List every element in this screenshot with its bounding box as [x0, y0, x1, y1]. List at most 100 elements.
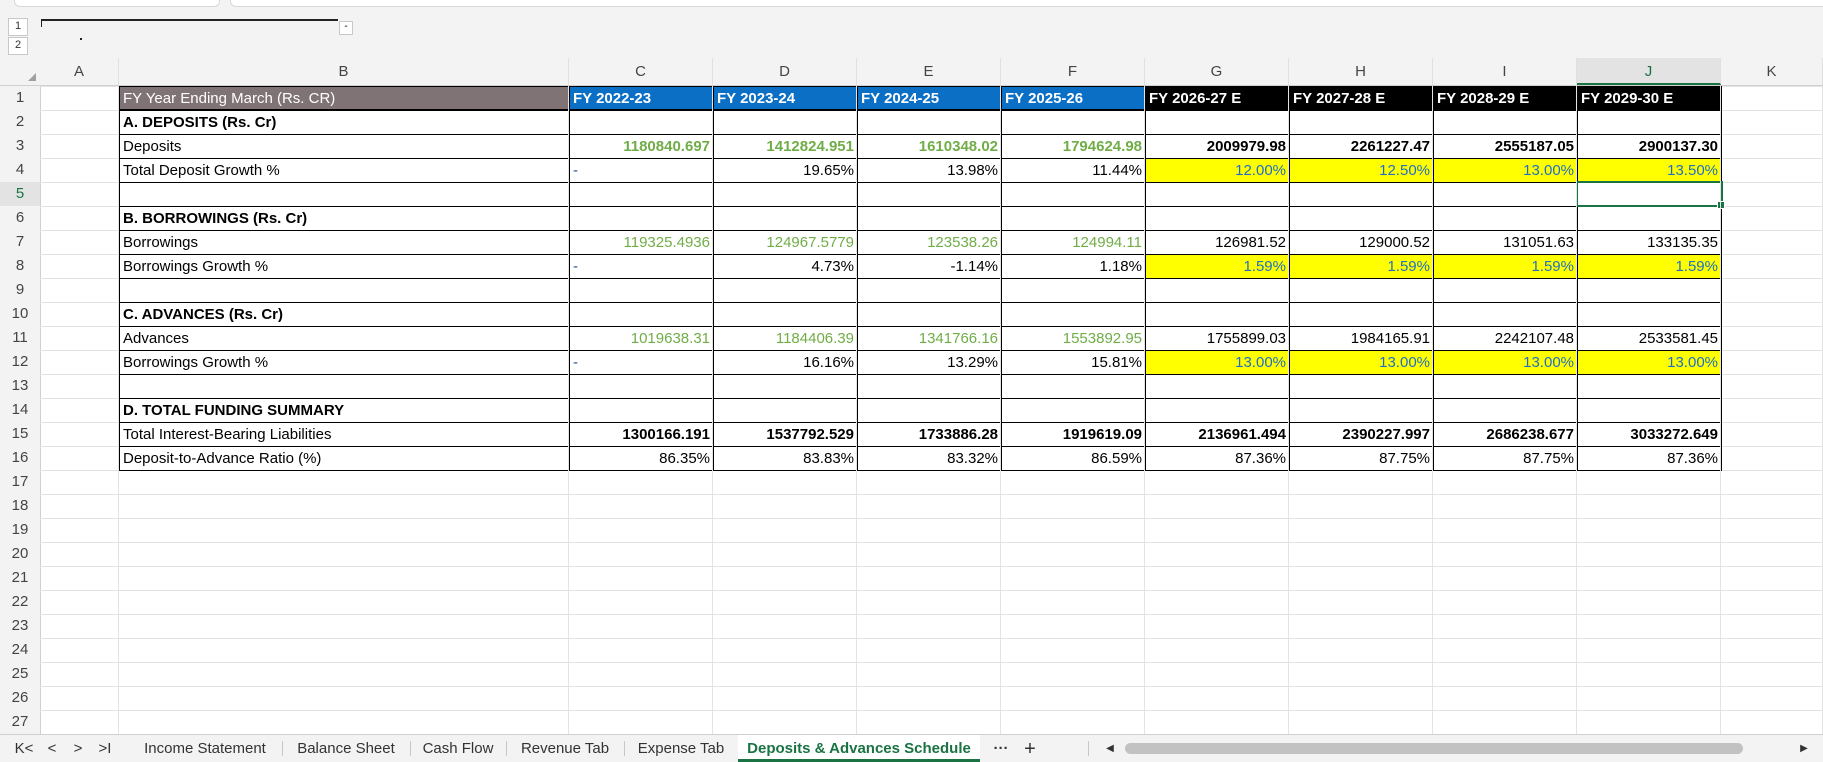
- value-cell[interactable]: 2136961.494: [1145, 422, 1290, 447]
- empty-cell[interactable]: [857, 302, 1002, 327]
- column-header-g[interactable]: G: [1145, 58, 1289, 85]
- row-label[interactable]: Deposit-to-Advance Ratio (%): [119, 446, 570, 471]
- value-cell[interactable]: 19.65%: [713, 158, 858, 183]
- tab-deposits-advances-schedule[interactable]: Deposits & Advances Schedule: [738, 735, 980, 762]
- value-cell[interactable]: 13.98%: [857, 158, 1002, 183]
- value-cell[interactable]: 1019638.31: [569, 326, 714, 351]
- value-cell[interactable]: 1.18%: [1001, 254, 1146, 279]
- value-cell[interactable]: 1794624.98: [1001, 134, 1146, 159]
- row-label[interactable]: Borrowings Growth %: [119, 254, 570, 279]
- empty-cell[interactable]: [857, 374, 1002, 399]
- add-sheet-button[interactable]: +: [1018, 739, 1042, 759]
- empty-cell[interactable]: [857, 278, 1002, 303]
- value-cell[interactable]: -: [569, 158, 714, 183]
- value-cell[interactable]: 2900137.30: [1577, 134, 1722, 159]
- value-cell[interactable]: 1984165.91: [1289, 326, 1434, 351]
- value-cell[interactable]: 12.50%: [1289, 158, 1434, 183]
- empty-cell[interactable]: [569, 110, 714, 135]
- empty-cell[interactable]: [1001, 302, 1146, 327]
- row-header-14[interactable]: 14: [0, 398, 40, 422]
- year-header-h[interactable]: FY 2027-28 E: [1289, 86, 1434, 110]
- value-cell[interactable]: 87.75%: [1433, 446, 1578, 471]
- more-sheets-button[interactable]: ···: [988, 739, 1014, 759]
- empty-cell[interactable]: [1001, 206, 1146, 231]
- empty-cell[interactable]: [1001, 374, 1146, 399]
- year-header-j[interactable]: FY 2029-30 E: [1577, 86, 1722, 110]
- row-header-18[interactable]: 18: [0, 494, 40, 518]
- value-cell[interactable]: 13.00%: [1289, 350, 1434, 375]
- column-header-i[interactable]: I: [1433, 58, 1577, 85]
- column-header-e[interactable]: E: [857, 58, 1001, 85]
- row-label[interactable]: Borrowings Growth %: [119, 350, 570, 375]
- value-cell[interactable]: 13.00%: [1433, 350, 1578, 375]
- empty-cell[interactable]: [713, 206, 858, 231]
- empty-cell[interactable]: [569, 206, 714, 231]
- row-header-25[interactable]: 25: [0, 662, 40, 686]
- outline-level-1-button[interactable]: 1: [8, 18, 28, 36]
- value-cell[interactable]: 1.59%: [1577, 254, 1722, 279]
- value-cell[interactable]: 87.75%: [1289, 446, 1434, 471]
- value-cell[interactable]: 119325.4936: [569, 230, 714, 255]
- row-header-11[interactable]: 11: [0, 326, 40, 350]
- value-cell[interactable]: 2009979.98: [1145, 134, 1290, 159]
- year-header-d[interactable]: FY 2023-24: [713, 86, 858, 110]
- fill-handle[interactable]: [1717, 201, 1725, 209]
- empty-cell[interactable]: [1289, 110, 1434, 135]
- value-cell[interactable]: 1553892.95: [1001, 326, 1146, 351]
- worksheet-grid[interactable]: FY Year Ending March (Rs. CR) FY 2022-23…: [40, 86, 1823, 734]
- row-header-27[interactable]: 27: [0, 710, 40, 734]
- value-cell[interactable]: 3033272.649: [1577, 422, 1722, 447]
- outline-level-2-button[interactable]: 2: [8, 37, 28, 55]
- value-cell[interactable]: 129000.52: [1289, 230, 1434, 255]
- row-header-21[interactable]: 21: [0, 566, 40, 590]
- row-label[interactable]: Borrowings: [119, 230, 570, 255]
- row-header-12[interactable]: 12: [0, 350, 40, 374]
- empty-cell[interactable]: [1433, 182, 1578, 207]
- empty-cell[interactable]: [1145, 398, 1290, 423]
- value-cell[interactable]: 86.59%: [1001, 446, 1146, 471]
- value-cell[interactable]: 87.36%: [1577, 446, 1722, 471]
- row-header-1[interactable]: 1: [0, 86, 40, 110]
- row-header-20[interactable]: 20: [0, 542, 40, 566]
- year-header-f[interactable]: FY 2025-26: [1001, 86, 1146, 110]
- empty-cell[interactable]: [1001, 278, 1146, 303]
- row-header-15[interactable]: 15: [0, 422, 40, 446]
- header-label-cell[interactable]: FY Year Ending March (Rs. CR): [119, 86, 570, 110]
- row-header-24[interactable]: 24: [0, 638, 40, 662]
- empty-cell[interactable]: [1433, 374, 1578, 399]
- empty-cell[interactable]: [569, 278, 714, 303]
- last-sheet-button[interactable]: >I: [95, 739, 115, 759]
- value-cell[interactable]: 123538.26: [857, 230, 1002, 255]
- column-header-j[interactable]: J: [1577, 58, 1721, 85]
- horizontal-scrollbar-thumb[interactable]: [1125, 743, 1743, 754]
- empty-cell[interactable]: [1001, 110, 1146, 135]
- row-header-6[interactable]: 6: [0, 206, 40, 230]
- value-cell[interactable]: 15.81%: [1001, 350, 1146, 375]
- empty-cell[interactable]: [1433, 206, 1578, 231]
- empty-cell[interactable]: [1577, 110, 1722, 135]
- value-cell[interactable]: 1733886.28: [857, 422, 1002, 447]
- empty-cell[interactable]: [1289, 278, 1434, 303]
- tab-income-statement[interactable]: Income Statement: [130, 735, 280, 762]
- row-header-9[interactable]: 9: [0, 278, 40, 302]
- empty-cell[interactable]: [713, 182, 858, 207]
- value-cell[interactable]: 1341766.16: [857, 326, 1002, 351]
- empty-cell[interactable]: [857, 206, 1002, 231]
- column-header-h[interactable]: H: [1289, 58, 1433, 85]
- year-header-c[interactable]: FY 2022-23: [569, 86, 714, 110]
- column-header-f[interactable]: F: [1001, 58, 1145, 85]
- value-cell[interactable]: 1.59%: [1433, 254, 1578, 279]
- value-cell[interactable]: 2261227.47: [1289, 134, 1434, 159]
- value-cell[interactable]: 13.29%: [857, 350, 1002, 375]
- value-cell[interactable]: 16.16%: [713, 350, 858, 375]
- empty-cell[interactable]: [1577, 206, 1722, 231]
- value-cell[interactable]: 1537792.529: [713, 422, 858, 447]
- value-cell[interactable]: 87.36%: [1145, 446, 1290, 471]
- empty-cell[interactable]: [1577, 374, 1722, 399]
- value-cell[interactable]: 1755899.03: [1145, 326, 1290, 351]
- year-header-g[interactable]: FY 2026-27 E: [1145, 86, 1290, 110]
- empty-cell[interactable]: [1289, 182, 1434, 207]
- tab-expense[interactable]: Expense Tab: [626, 735, 736, 762]
- next-sheet-button[interactable]: >: [68, 739, 88, 759]
- outline-collapse-button[interactable]: -: [339, 21, 353, 35]
